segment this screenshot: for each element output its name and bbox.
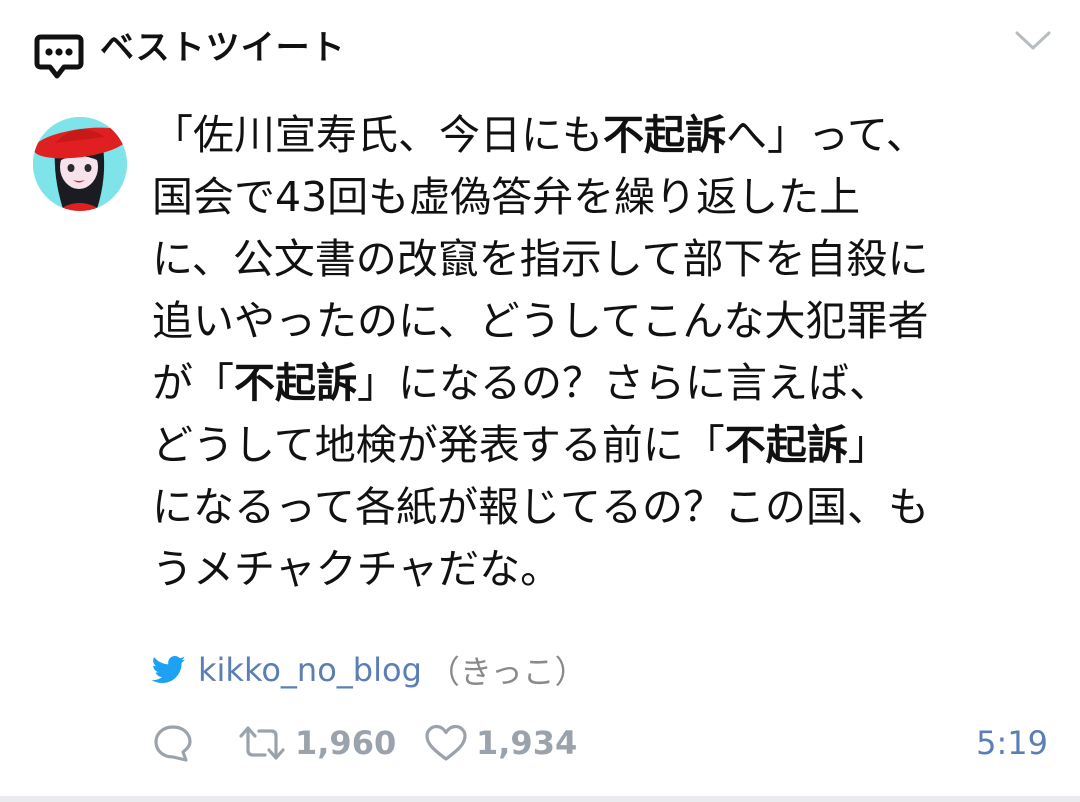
retweet-count: 1,960 (295, 724, 397, 762)
comment-bubble-icon (34, 34, 84, 79)
like-count: 1,934 (476, 724, 578, 762)
reply-icon (154, 725, 192, 762)
tweet-line: 国会で43回も虚偽答弁を繰り返した上 (152, 173, 861, 221)
avatar-illustration (33, 117, 127, 211)
tweet-line: が「不起訴」になるの？さらに言えば、 (152, 359, 890, 407)
tweet-timestamp-link[interactable]: 5:19 (976, 718, 1048, 768)
best-tweet-card: ベストツイート 「佐川宣寿氏、今日にも不起訴へ」って、 国会で43回も虚偽答弁を… (0, 0, 1080, 796)
section-title: ベストツイート (100, 28, 346, 68)
tweet-author: kikko_no_blog （きっこ） (152, 646, 587, 694)
tweet-line: 「佐川宣寿氏、今日にも不起訴へ」って、 (152, 111, 927, 159)
tweet-line: になるって各紙が報じてるの？この国、も (152, 483, 929, 531)
heart-icon (425, 724, 467, 761)
author-display-name: （きっこ） (427, 653, 587, 691)
retweet-icon (239, 726, 285, 760)
author-handle-link[interactable]: kikko_no_blog (198, 651, 422, 689)
avatar[interactable] (33, 117, 127, 211)
tweet-line: うメチャクチャだな。 (152, 545, 562, 593)
chevron-down-icon[interactable] (1014, 30, 1052, 52)
tweet-text: 「佐川宣寿氏、今日にも不起訴へ」って、 国会で43回も虚偽答弁を繰り返した上 に… (152, 104, 1022, 600)
reply-button[interactable] (152, 718, 194, 768)
retweet-button[interactable]: 1,960 (237, 718, 396, 768)
like-button[interactable]: 1,934 (424, 718, 577, 768)
tweet-line: どうして地検が発表する前に「不起訴」 (152, 421, 889, 469)
card-bottom-divider (0, 796, 1080, 802)
tweet-line: 追いやったのに、どうしてこんな大犯罪者 (152, 297, 929, 345)
tweet-line: に、公文書の改竄を指示して部下を自殺に (152, 235, 929, 283)
twitter-bird-icon (152, 655, 186, 684)
tweet-action-bar: 1,960 1,934 (152, 718, 1052, 768)
